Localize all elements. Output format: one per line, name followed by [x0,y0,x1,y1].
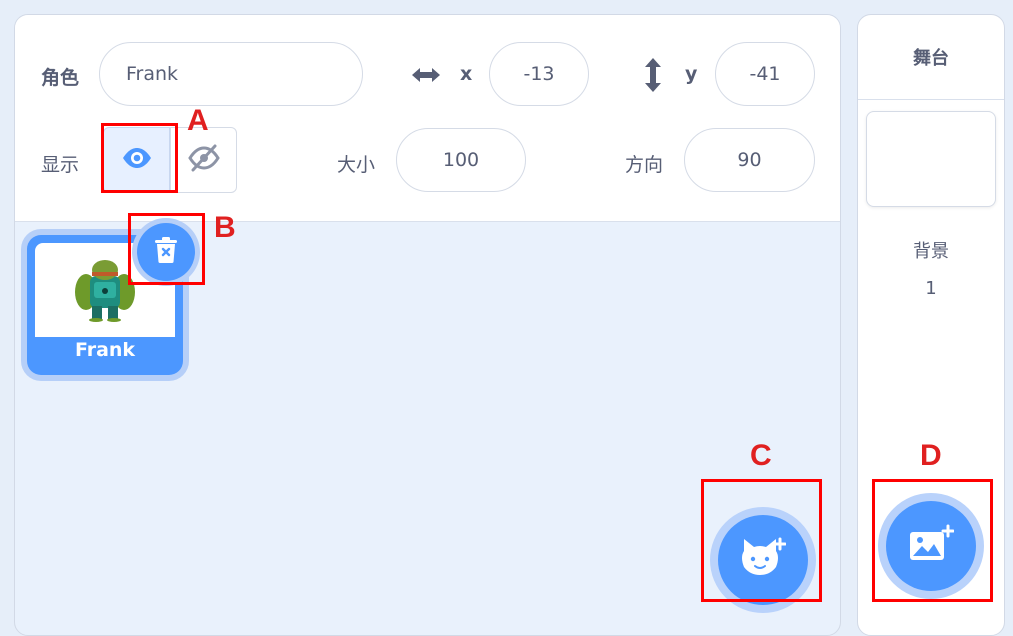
y-input[interactable]: -41 [715,42,815,106]
highlight-box-a [101,123,178,193]
eye-slash-icon [187,144,220,176]
highlight-box-c [701,479,822,602]
x-label: x [460,63,473,85]
vertical-arrows-icon [642,56,664,98]
highlight-box-b [128,213,205,285]
size-input[interactable]: 100 [396,128,526,192]
backdrops-count: 1 [925,278,937,299]
sprite-name-input[interactable]: Frank [99,42,363,106]
horizontal-arrows-icon [409,63,443,91]
size-label: 大小 [337,154,376,176]
highlight-box-d [872,479,993,602]
backdrops-label: 背景 [913,241,949,262]
sprite-name-label: 角色 [41,67,80,89]
annotation-label-b: B [214,211,236,244]
x-input[interactable]: -13 [489,42,589,106]
stage-title: 舞台 [858,15,1004,100]
annotation-label-c: C [750,439,772,472]
annotation-label-d: D [920,439,942,472]
direction-label: 方向 [625,154,664,176]
show-label: 显示 [41,154,80,176]
y-label: y [685,63,698,85]
direction-input[interactable]: 90 [684,128,815,192]
sprite-tile-name: Frank [74,339,136,361]
annotation-label-a: A [187,104,209,137]
stage-thumbnail[interactable] [866,111,996,207]
